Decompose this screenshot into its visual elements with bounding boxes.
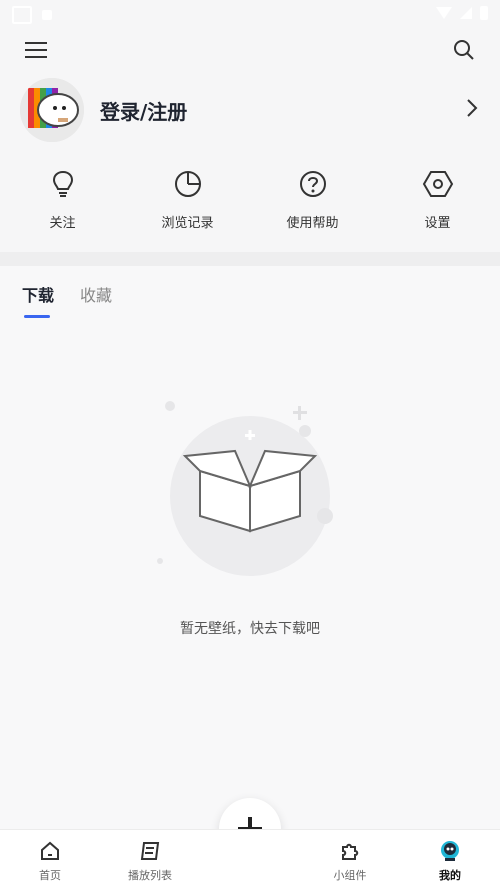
tab-favorites[interactable]: 收藏	[80, 282, 112, 318]
nav-playlist[interactable]: 播放列表	[100, 830, 200, 891]
home-icon	[41, 841, 59, 860]
nav-label: 小组件	[333, 869, 367, 882]
nav-label: 我的	[439, 869, 461, 882]
section-divider	[0, 252, 500, 266]
bottom-navigation: 首页 播放列表 小组件 我的	[0, 829, 500, 891]
lightbulb-icon	[52, 170, 73, 197]
menu-button[interactable]	[18, 32, 54, 68]
wifi-icon	[436, 7, 452, 19]
tab-download[interactable]: 下载	[22, 282, 54, 318]
profile-icon	[441, 841, 459, 861]
search-button[interactable]	[446, 32, 482, 68]
content-tabs: 下载 收藏	[22, 282, 112, 318]
help-circle-icon	[299, 171, 326, 197]
nav-label: 播放列表	[128, 869, 172, 882]
status-right	[436, 6, 488, 20]
empty-state-illustration	[150, 396, 350, 586]
quick-label: 浏览记录	[161, 216, 214, 231]
quick-label: 设置	[424, 216, 451, 231]
avatar[interactable]	[20, 78, 84, 142]
playlist-icon	[140, 842, 160, 860]
quick-history[interactable]: 浏览记录	[128, 160, 248, 250]
status-bar	[0, 0, 500, 28]
pie-chart-icon	[174, 171, 201, 197]
search-icon	[454, 40, 474, 60]
hamburger-icon	[25, 42, 47, 58]
profile-row[interactable]: 登录/注册	[0, 76, 500, 146]
quick-actions: 关注 浏览记录 使用帮助 设置	[0, 160, 500, 250]
quick-help[interactable]: 使用帮助	[253, 160, 373, 250]
battery-icon	[480, 6, 488, 20]
puzzle-icon	[342, 843, 359, 860]
quick-label: 使用帮助	[286, 216, 339, 231]
notification-icon	[12, 6, 32, 24]
login-register-label[interactable]: 登录/注册	[100, 96, 187, 125]
chevron-right-icon[interactable]	[466, 98, 478, 122]
content-area: 下载 收藏 暂无壁纸，快去下载吧	[0, 266, 500, 829]
sheep-avatar-icon	[20, 78, 84, 142]
top-bar	[0, 28, 500, 72]
nav-home[interactable]: 首页	[0, 830, 100, 891]
status-left	[12, 6, 52, 24]
nav-mine[interactable]: 我的	[400, 830, 500, 891]
nav-label: 首页	[39, 869, 61, 882]
quick-settings[interactable]: 设置	[378, 160, 498, 250]
empty-box-icon	[157, 401, 333, 576]
settings-hexagon-icon	[422, 171, 453, 197]
nav-widgets[interactable]: 小组件	[300, 830, 400, 891]
empty-state-message: 暂无壁纸，快去下载吧	[180, 621, 320, 637]
app-notification-icon	[42, 10, 52, 20]
signal-icon	[460, 7, 472, 19]
quick-follow[interactable]: 关注	[3, 160, 123, 250]
quick-label: 关注	[49, 216, 76, 231]
